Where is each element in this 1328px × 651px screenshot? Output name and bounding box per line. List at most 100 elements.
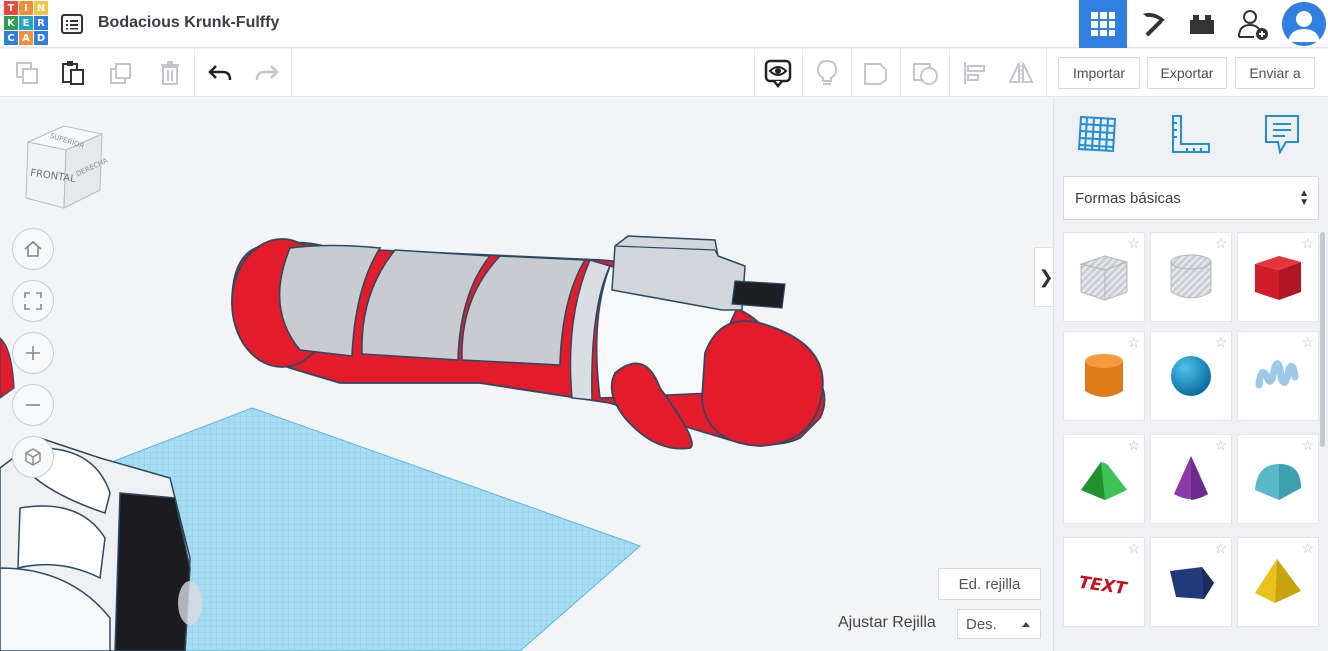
pickaxe-icon[interactable] (1129, 0, 1177, 48)
chevron-right-icon: ❯ (1038, 266, 1054, 287)
home-icon (24, 240, 42, 257)
workplane-viewport[interactable]: SUPERIOR FRONTAL DERECHA Ed. rejilla Aju… (0, 98, 1053, 651)
panel-scrollbar[interactable] (1320, 232, 1325, 447)
mirror-icon[interactable] (997, 49, 1045, 97)
shape-tile-cylinder-hole[interactable]: ☆ (1150, 232, 1232, 322)
cylinder-hole-icon (1170, 254, 1212, 299)
star-icon[interactable]: ☆ (1127, 540, 1140, 557)
text-shape-glyph: TEXT (1077, 573, 1129, 600)
tinkercad-app: T I N K E R C A D Bodacious Krunk-Fulffy (0, 0, 1328, 651)
shape-tile-pyramid[interactable]: ☆ (1237, 537, 1319, 627)
user-avatar[interactable] (1282, 2, 1326, 46)
select-arrows-icon: ▲ ▼ (1299, 188, 1309, 208)
star-icon[interactable]: ☆ (1127, 437, 1140, 454)
edit-grid-button[interactable]: Ed. rejilla (938, 568, 1041, 600)
bricks-icon[interactable] (1178, 0, 1226, 48)
logo-letter: R (34, 16, 48, 30)
group-shape-icon[interactable] (852, 49, 900, 97)
shape-tile-round-roof[interactable]: ☆ (1237, 434, 1319, 524)
logo-letter: T (4, 1, 18, 15)
ruler-icon[interactable] (1166, 110, 1214, 158)
star-icon[interactable]: ☆ (1301, 540, 1314, 557)
logo-letter: I (19, 1, 33, 15)
minus-icon (26, 404, 40, 406)
show-all-icon[interactable] (754, 49, 802, 97)
panel-tabs (1054, 98, 1328, 170)
notes-icon[interactable] (1258, 110, 1306, 158)
fit-icon (24, 292, 42, 310)
shapes-panel: Formas básicas ▲ ▼ ☆ ☆ ☆ ☆ ☆ ☆ ☆ ☆ ☆ ☆ T… (1053, 98, 1328, 651)
star-icon[interactable]: ☆ (1214, 437, 1227, 454)
star-icon[interactable]: ☆ (1214, 540, 1227, 557)
star-icon[interactable]: ☆ (1301, 437, 1314, 454)
scribble-icon (1255, 360, 1299, 389)
snap-grid-label: Ajustar Rejilla (838, 614, 936, 631)
shape-category-select[interactable]: Formas básicas ▲ ▼ (1063, 176, 1319, 220)
shape-tile-scribble[interactable]: ☆ (1237, 331, 1319, 421)
shape-tile-roof[interactable]: ☆ (1063, 434, 1145, 524)
snap-grid-select[interactable]: Des. (957, 609, 1041, 639)
zoom-out-button[interactable] (12, 384, 54, 426)
logo-letter: E (19, 16, 33, 30)
top-header: T I N K E R C A D Bodacious Krunk-Fulffy (0, 0, 1328, 48)
box-hole-icon (1079, 255, 1129, 301)
cone-icon (1174, 456, 1208, 500)
tinkercad-logo[interactable]: T I N K E R C A D (4, 1, 48, 45)
shape-tile-cone[interactable]: ☆ (1150, 434, 1232, 524)
shape-category-value: Formas básicas (1075, 189, 1181, 207)
redo-icon[interactable] (243, 49, 291, 97)
delete-icon[interactable] (146, 49, 194, 97)
design-view-grid-icon[interactable] (1079, 0, 1127, 48)
add-user-icon[interactable] (1229, 0, 1277, 48)
star-icon[interactable]: ☆ (1127, 334, 1140, 351)
logo-letter: D (34, 31, 48, 45)
text-shape-icon: TEXT (1077, 573, 1129, 600)
box-icon (1255, 256, 1301, 300)
star-icon[interactable]: ☆ (1127, 235, 1140, 252)
shape-tile-box-hole[interactable]: ☆ (1063, 232, 1145, 322)
view-cube[interactable]: SUPERIOR FRONTAL DERECHA (20, 120, 110, 220)
duplicate-icon[interactable] (97, 49, 145, 97)
home-view-button[interactable] (12, 228, 54, 270)
paste-icon[interactable] (49, 49, 97, 97)
shape-tile-polygon[interactable]: ☆ (1150, 537, 1232, 627)
logo-letter: N (34, 1, 48, 15)
shape-tile-text[interactable]: ☆ TEXT (1063, 537, 1145, 627)
pyramid-icon (1255, 559, 1301, 603)
logo-letter: A (19, 31, 33, 45)
star-icon[interactable]: ☆ (1301, 334, 1314, 351)
hole-shape-icon[interactable] (901, 49, 949, 97)
undo-icon[interactable] (196, 49, 244, 97)
copy-icon[interactable] (3, 49, 51, 97)
logo-letter: C (4, 31, 18, 45)
zoom-in-button[interactable] (12, 332, 54, 374)
cube-icon (25, 448, 41, 466)
fit-view-button[interactable] (12, 280, 54, 322)
main-3d-object (231, 235, 826, 450)
logo-letter: K (4, 16, 18, 30)
roof-icon (1081, 462, 1127, 500)
sphere-icon (1171, 356, 1211, 396)
shape-tile-box[interactable]: ☆ (1237, 232, 1319, 322)
cylinder-icon (1085, 354, 1123, 397)
star-icon[interactable]: ☆ (1214, 334, 1227, 351)
light-bulb-icon[interactable] (803, 49, 851, 97)
round-roof-icon (1255, 464, 1301, 500)
send-to-button[interactable]: Enviar a (1235, 57, 1315, 89)
polygon-icon (1170, 567, 1214, 599)
caret-up-icon (1022, 622, 1030, 627)
export-button[interactable]: Exportar (1147, 57, 1227, 89)
shape-tile-cylinder[interactable]: ☆ (1063, 331, 1145, 421)
import-button[interactable]: Importar (1058, 57, 1140, 89)
snap-grid-value: Des. (966, 615, 997, 633)
shape-tile-sphere[interactable]: ☆ (1150, 331, 1232, 421)
scene-canvas (0, 235, 826, 651)
star-icon[interactable]: ☆ (1214, 235, 1227, 252)
perspective-button[interactable] (12, 436, 54, 478)
edit-toolbar: Importar Exportar Enviar a (0, 49, 1328, 97)
design-list-icon[interactable] (60, 12, 84, 36)
align-icon[interactable] (950, 49, 998, 97)
star-icon[interactable]: ☆ (1301, 235, 1314, 252)
workplane-icon[interactable] (1074, 110, 1122, 158)
design-title[interactable]: Bodacious Krunk-Fulffy (98, 14, 279, 32)
